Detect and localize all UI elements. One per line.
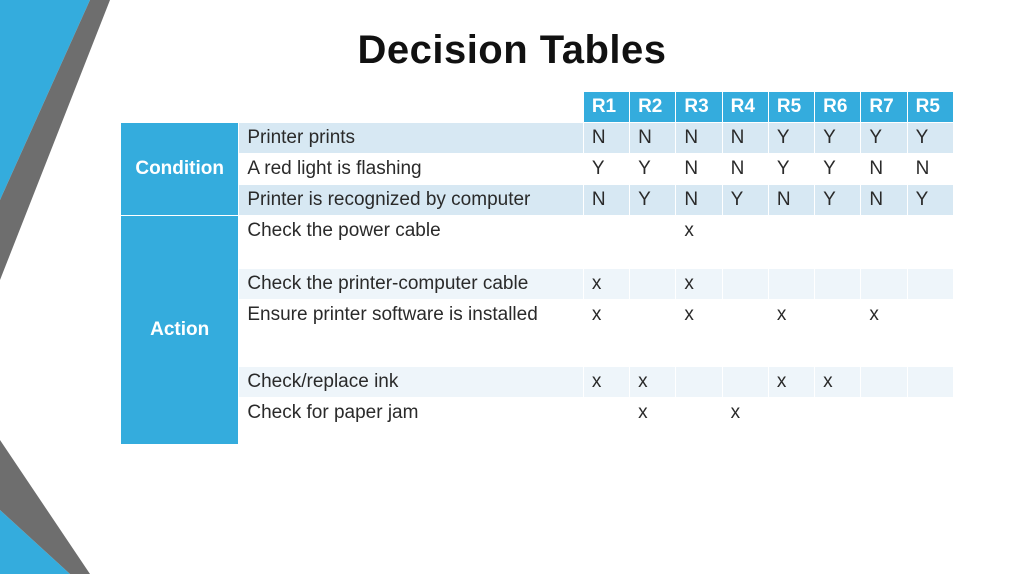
condition-cell: Y (907, 185, 953, 216)
action-cell (768, 216, 814, 269)
rule-head: R5 (907, 92, 953, 123)
action-cell: x (815, 367, 861, 398)
rule-head: R3 (676, 92, 722, 123)
action-cell (583, 216, 629, 269)
rule-head: R7 (861, 92, 907, 123)
action-cell: x (768, 300, 814, 367)
action-cell: x (583, 367, 629, 398)
condition-label: Printer is recognized by computer (239, 185, 583, 216)
action-cell (583, 398, 629, 445)
action-cell (861, 398, 907, 445)
rule-head: R4 (722, 92, 768, 123)
condition-row: Condition Printer prints N N N N Y Y Y Y (121, 123, 954, 154)
action-cell (815, 300, 861, 367)
action-cell (861, 269, 907, 300)
action-cell (722, 216, 768, 269)
action-cell: x (630, 398, 676, 445)
condition-cell: Y (861, 123, 907, 154)
condition-cell: N (676, 123, 722, 154)
rule-head: R2 (630, 92, 676, 123)
action-row: Check the printer-computer cable x x (121, 269, 954, 300)
action-cell (907, 367, 953, 398)
condition-cell: N (861, 154, 907, 185)
rule-head: R1 (583, 92, 629, 123)
condition-label: A red light is flashing (239, 154, 583, 185)
decision-table: R1 R2 R3 R4 R5 R6 R7 R5 Condition Printe… (120, 91, 954, 445)
action-cell: x (861, 300, 907, 367)
condition-cell: N (722, 154, 768, 185)
action-cell (722, 367, 768, 398)
action-cell: x (676, 269, 722, 300)
action-cell (630, 300, 676, 367)
condition-cell: N (676, 154, 722, 185)
action-cell: x (583, 269, 629, 300)
action-cell (907, 216, 953, 269)
condition-cell: N (583, 123, 629, 154)
condition-cell: Y (768, 123, 814, 154)
condition-cell: Y (815, 154, 861, 185)
condition-section-label: Condition (121, 123, 239, 216)
condition-cell: Y (630, 154, 676, 185)
condition-cell: N (768, 185, 814, 216)
action-cell (768, 398, 814, 445)
condition-row: Printer is recognized by computer N Y N … (121, 185, 954, 216)
action-row: Check/replace ink x x x x (121, 367, 954, 398)
condition-row: A red light is flashing Y Y N N Y Y N N (121, 154, 954, 185)
action-cell (676, 367, 722, 398)
action-row: Check for paper jam x x (121, 398, 954, 445)
action-cell (907, 300, 953, 367)
condition-cell: Y (907, 123, 953, 154)
rule-header-row: R1 R2 R3 R4 R5 R6 R7 R5 (121, 92, 954, 123)
action-label: Check the printer-computer cable (239, 269, 583, 300)
action-cell (722, 300, 768, 367)
action-cell (630, 216, 676, 269)
action-cell (676, 398, 722, 445)
blank-head-2 (239, 92, 583, 123)
condition-cell: N (861, 185, 907, 216)
action-cell: x (768, 367, 814, 398)
condition-cell: Y (722, 185, 768, 216)
action-row: Action Check the power cable x (121, 216, 954, 269)
action-cell (907, 398, 953, 445)
condition-label: Printer prints (239, 123, 583, 154)
condition-cell: N (907, 154, 953, 185)
action-cell (722, 269, 768, 300)
condition-cell: N (583, 185, 629, 216)
action-label: Check the power cable (239, 216, 583, 269)
condition-cell: N (630, 123, 676, 154)
condition-cell: Y (768, 154, 814, 185)
decision-table-container: R1 R2 R3 R4 R5 R6 R7 R5 Condition Printe… (0, 91, 1024, 445)
action-cell (815, 398, 861, 445)
rule-head: R5 (768, 92, 814, 123)
action-cell (630, 269, 676, 300)
action-row: Ensure printer software is installed x x… (121, 300, 954, 367)
action-label: Check for paper jam (239, 398, 583, 445)
action-cell: x (676, 300, 722, 367)
action-cell (815, 216, 861, 269)
condition-cell: Y (815, 123, 861, 154)
action-cell (861, 216, 907, 269)
action-label: Ensure printer software is installed (239, 300, 583, 367)
condition-cell: Y (630, 185, 676, 216)
action-cell: x (676, 216, 722, 269)
blank-head-1 (121, 92, 239, 123)
condition-cell: Y (815, 185, 861, 216)
page-title: Decision Tables (0, 0, 1024, 91)
condition-cell: N (722, 123, 768, 154)
action-section-label: Action (121, 216, 239, 445)
action-cell (861, 367, 907, 398)
rule-head: R6 (815, 92, 861, 123)
action-cell: x (630, 367, 676, 398)
condition-cell: Y (583, 154, 629, 185)
action-cell: x (722, 398, 768, 445)
action-cell (815, 269, 861, 300)
action-cell (907, 269, 953, 300)
action-cell: x (583, 300, 629, 367)
condition-cell: N (676, 185, 722, 216)
action-cell (768, 269, 814, 300)
action-label: Check/replace ink (239, 367, 583, 398)
